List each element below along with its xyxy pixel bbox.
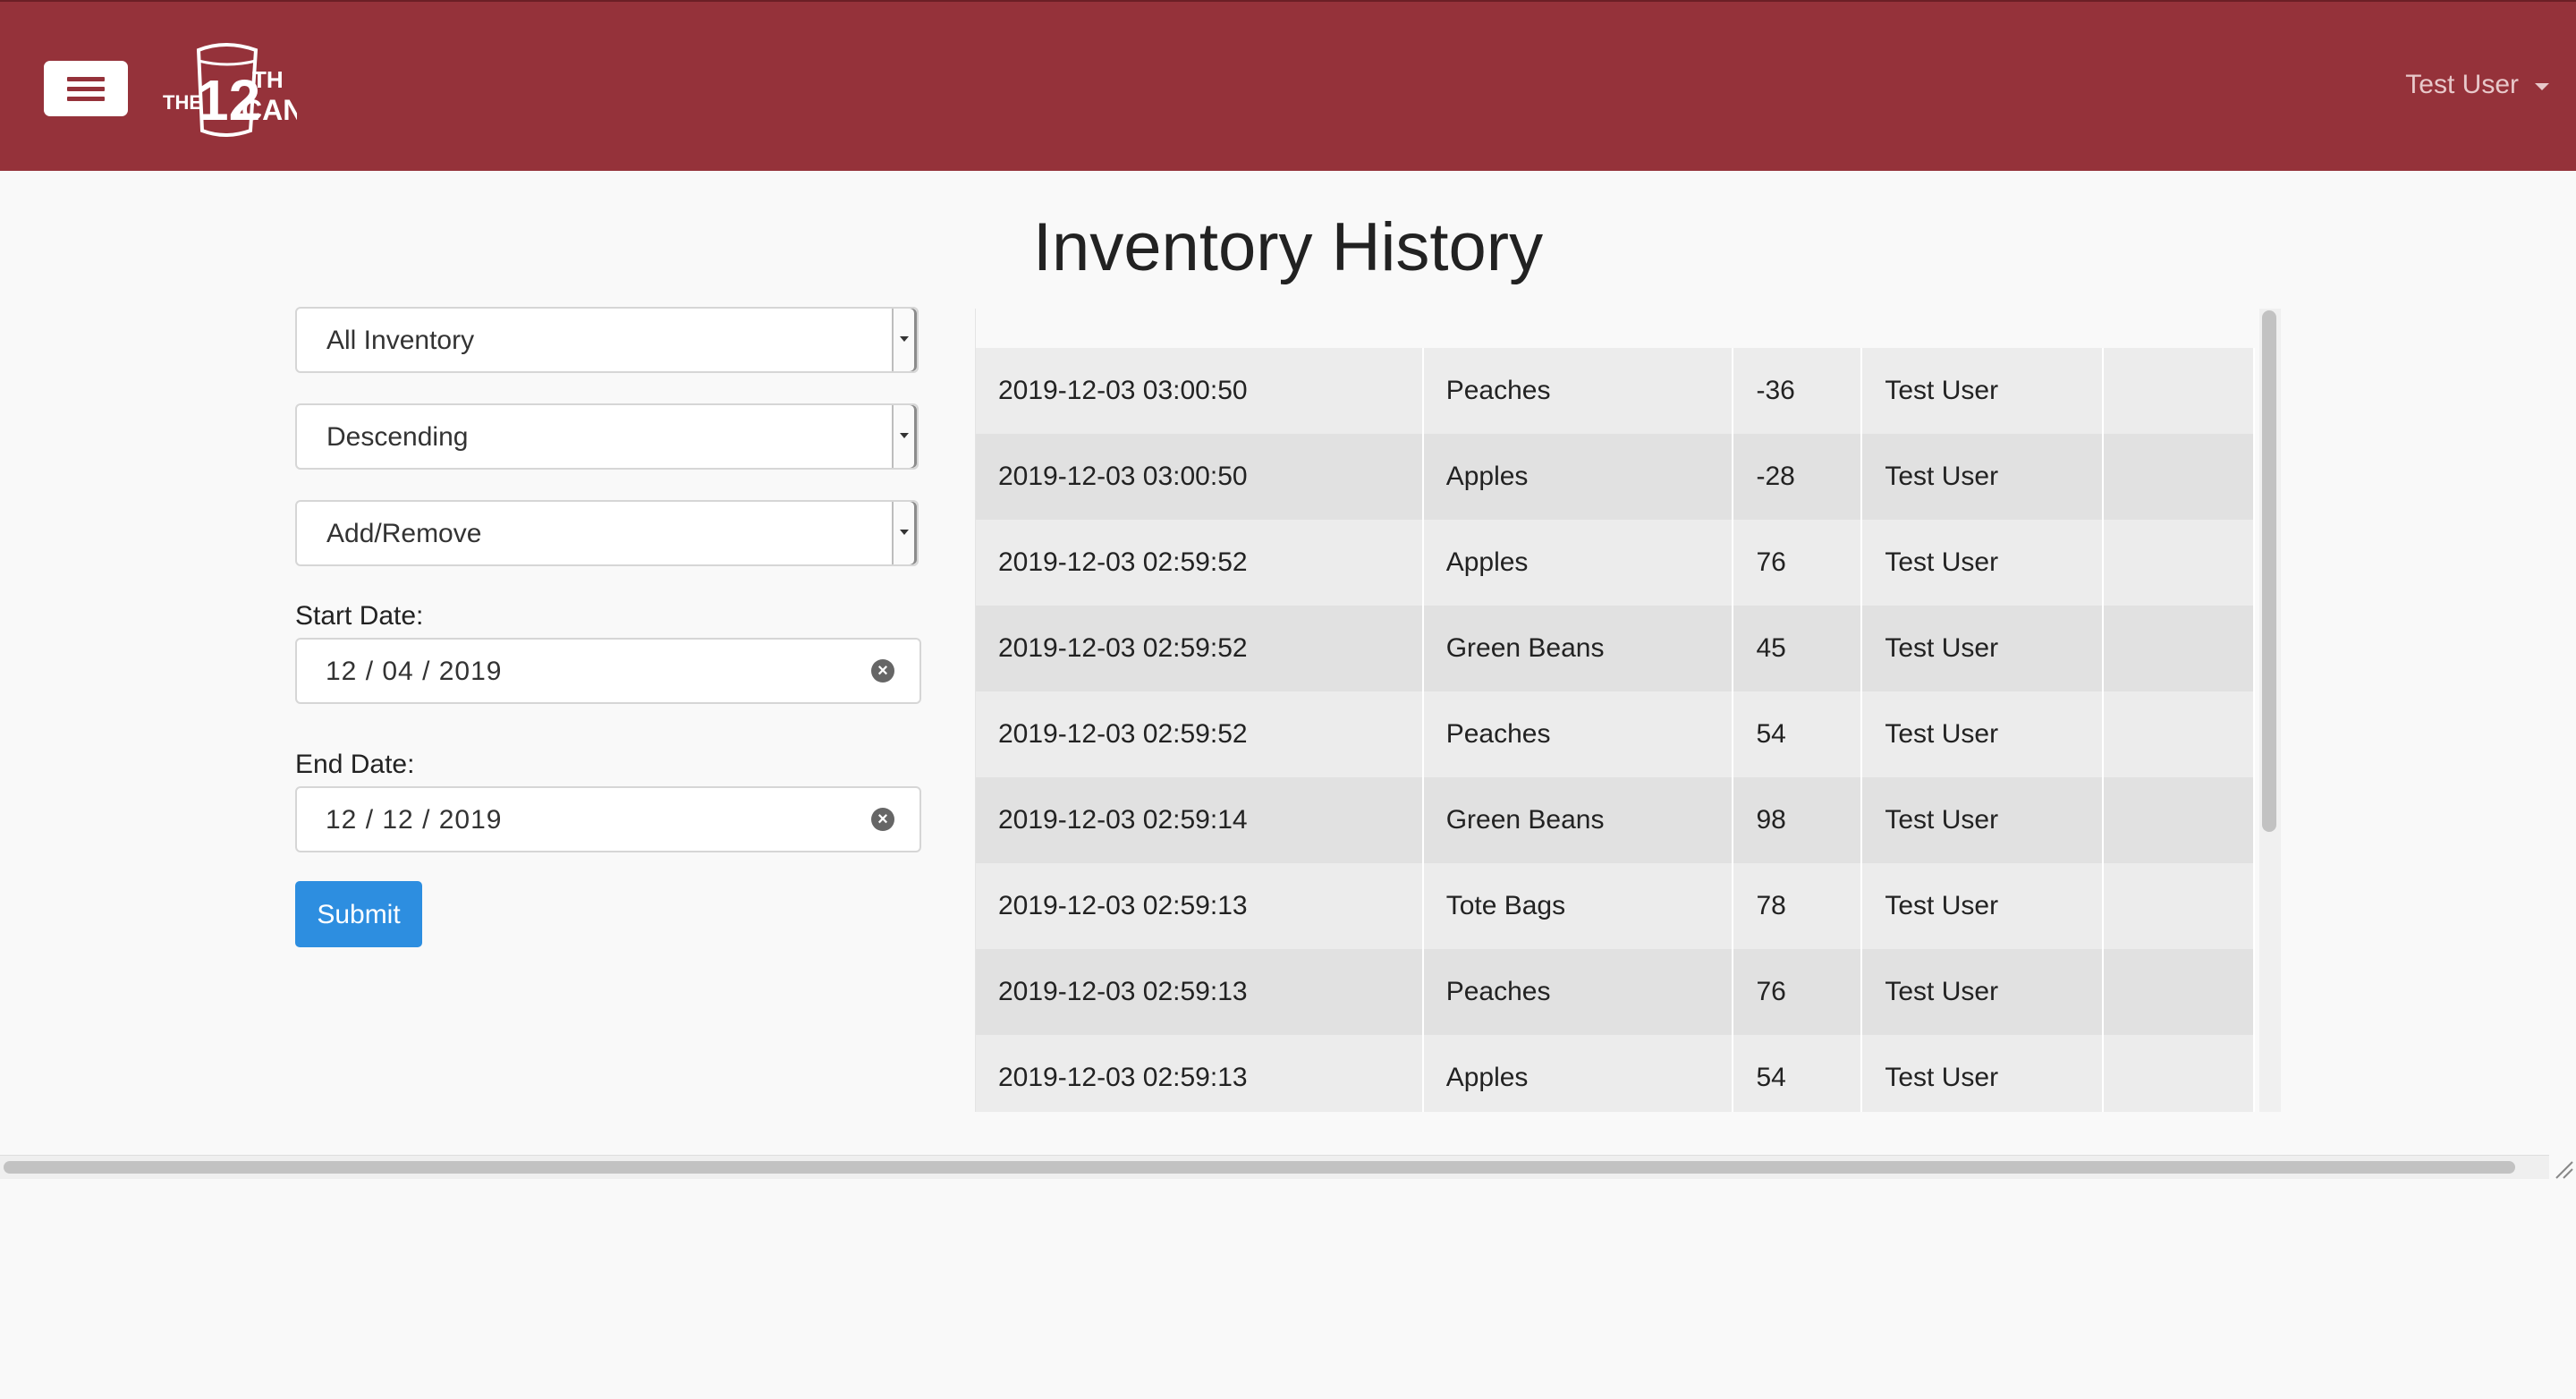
item-cell: Peaches bbox=[1422, 348, 1734, 434]
empty-cell bbox=[2103, 520, 2255, 606]
quantity-cell: 76 bbox=[1733, 949, 1863, 1035]
user-cell: Test User bbox=[1861, 863, 2105, 949]
hamburger-menu-button[interactable] bbox=[44, 61, 128, 116]
empty-cell bbox=[2103, 434, 2255, 520]
clear-icon[interactable]: × bbox=[871, 808, 894, 831]
empty-cell bbox=[2103, 348, 2255, 434]
empty-cell bbox=[2103, 777, 2255, 863]
timestamp-cell: 2019-12-03 02:59:52 bbox=[976, 520, 1424, 606]
page-title: Inventory History bbox=[1032, 209, 1544, 285]
empty-cell bbox=[2103, 606, 2255, 691]
dropdown-arrow-icon bbox=[892, 502, 917, 564]
end-date-value: 12 / 12 / 2019 bbox=[326, 805, 503, 835]
quantity-cell: 78 bbox=[1733, 863, 1863, 949]
item-cell: Green Beans bbox=[1422, 777, 1734, 863]
empty-cell bbox=[2103, 949, 2255, 1035]
timestamp-cell: 2019-12-03 02:59:52 bbox=[976, 691, 1424, 777]
quantity-cell: -28 bbox=[1733, 434, 1863, 520]
inventory-select-value: All Inventory bbox=[326, 326, 475, 355]
user-cell: Test User bbox=[1861, 1035, 2105, 1112]
user-cell: Test User bbox=[1861, 691, 2105, 777]
submit-button[interactable]: Submit bbox=[295, 881, 422, 947]
timestamp-cell: 2019-12-03 02:59:14 bbox=[976, 777, 1424, 863]
start-date-value: 12 / 04 / 2019 bbox=[326, 657, 503, 686]
timestamp-cell: 2019-12-03 02:59:52 bbox=[976, 606, 1424, 691]
menu-icon-line bbox=[67, 76, 105, 81]
empty-cell bbox=[2103, 691, 2255, 777]
quantity-cell: 45 bbox=[1733, 606, 1863, 691]
twelfth-can-logo[interactable]: THE 12 TH CAN bbox=[163, 41, 297, 138]
menu-icon-line bbox=[67, 86, 105, 91]
empty-cell bbox=[2103, 863, 2255, 949]
item-cell: Tote Bags bbox=[1422, 863, 1734, 949]
order-select-value: Descending bbox=[326, 422, 469, 452]
timestamp-cell: 2019-12-03 03:00:50 bbox=[976, 348, 1424, 434]
type-select-value: Add/Remove bbox=[326, 519, 482, 548]
end-date-input[interactable]: 12 / 12 / 2019 × bbox=[295, 786, 921, 852]
user-cell: Test User bbox=[1861, 520, 2105, 606]
caret-down-icon bbox=[2535, 83, 2549, 90]
quantity-cell: 76 bbox=[1733, 520, 1863, 606]
start-date-label: Start Date: bbox=[295, 601, 424, 631]
item-cell: Apples bbox=[1422, 520, 1734, 606]
table-row: 2019-12-03 02:59:13 Apples 54 Test User bbox=[976, 1035, 2255, 1112]
svg-text:TH: TH bbox=[252, 66, 284, 93]
quantity-cell: 54 bbox=[1733, 1035, 1863, 1112]
clear-icon[interactable]: × bbox=[871, 659, 894, 683]
history-table: 2019-12-03 03:00:50 Peaches -36 Test User 20… bbox=[976, 348, 2255, 1112]
user-cell: Test User bbox=[1861, 949, 2105, 1035]
inventory-select[interactable]: All Inventory bbox=[295, 307, 919, 373]
inventory-history-table: 2019-12-03 03:00:50 Peaches -36 Test User 20… bbox=[975, 309, 2281, 1112]
user-cell: Test User bbox=[1861, 348, 2105, 434]
table-row: 2019-12-03 03:00:50 Apples -28 Test User bbox=[976, 434, 2255, 520]
timestamp-cell: 2019-12-03 02:59:13 bbox=[976, 949, 1424, 1035]
table-row: 2019-12-03 03:00:50 Peaches -36 Test User bbox=[976, 348, 2255, 434]
vertical-scrollbar-thumb[interactable] bbox=[2262, 310, 2276, 832]
item-cell: Peaches bbox=[1422, 949, 1734, 1035]
end-date-label: End Date: bbox=[295, 750, 415, 779]
user-cell: Test User bbox=[1861, 777, 2105, 863]
timestamp-cell: 2019-12-03 03:00:50 bbox=[976, 434, 1424, 520]
table-row: 2019-12-03 02:59:13 Tote Bags 78 Test User bbox=[976, 863, 2255, 949]
start-date-input[interactable]: 12 / 04 / 2019 × bbox=[295, 638, 921, 704]
item-cell: Apples bbox=[1422, 434, 1734, 520]
quantity-cell: -36 bbox=[1733, 348, 1863, 434]
dropdown-arrow-icon bbox=[892, 309, 917, 371]
table-row: 2019-12-03 02:59:14 Green Beans 98 Test Use… bbox=[976, 777, 2255, 863]
timestamp-cell: 2019-12-03 02:59:13 bbox=[976, 863, 1424, 949]
item-cell: Apples bbox=[1422, 1035, 1734, 1112]
top-nav-bar: THE 12 TH CAN Test User bbox=[0, 0, 2576, 171]
user-cell: Test User bbox=[1861, 606, 2105, 691]
table-row: 2019-12-03 02:59:52 Peaches 54 Test User bbox=[976, 691, 2255, 777]
menu-icon-line bbox=[67, 96, 105, 101]
item-cell: Peaches bbox=[1422, 691, 1734, 777]
table-row: 2019-12-03 02:59:13 Peaches 76 Test User bbox=[976, 949, 2255, 1035]
table-row: 2019-12-03 02:59:52 Green Beans 45 Test Use… bbox=[976, 606, 2255, 691]
table-row: 2019-12-03 02:59:52 Apples 76 Test User bbox=[976, 520, 2255, 606]
user-cell: Test User bbox=[1861, 434, 2105, 520]
type-select[interactable]: Add/Remove bbox=[295, 500, 919, 566]
empty-cell bbox=[2103, 1035, 2255, 1112]
dropdown-arrow-icon bbox=[892, 405, 917, 468]
quantity-cell: 54 bbox=[1733, 691, 1863, 777]
order-select[interactable]: Descending bbox=[295, 403, 919, 470]
quantity-cell: 98 bbox=[1733, 777, 1863, 863]
item-cell: Green Beans bbox=[1422, 606, 1734, 691]
svg-text:CAN: CAN bbox=[242, 94, 297, 126]
user-name: Test User bbox=[2405, 70, 2519, 99]
user-menu-dropdown[interactable]: Test User bbox=[2405, 70, 2549, 100]
timestamp-cell: 2019-12-03 02:59:13 bbox=[976, 1035, 1424, 1112]
resize-grip-icon[interactable] bbox=[2551, 1157, 2574, 1180]
horizontal-scrollbar-thumb[interactable] bbox=[4, 1161, 2515, 1174]
